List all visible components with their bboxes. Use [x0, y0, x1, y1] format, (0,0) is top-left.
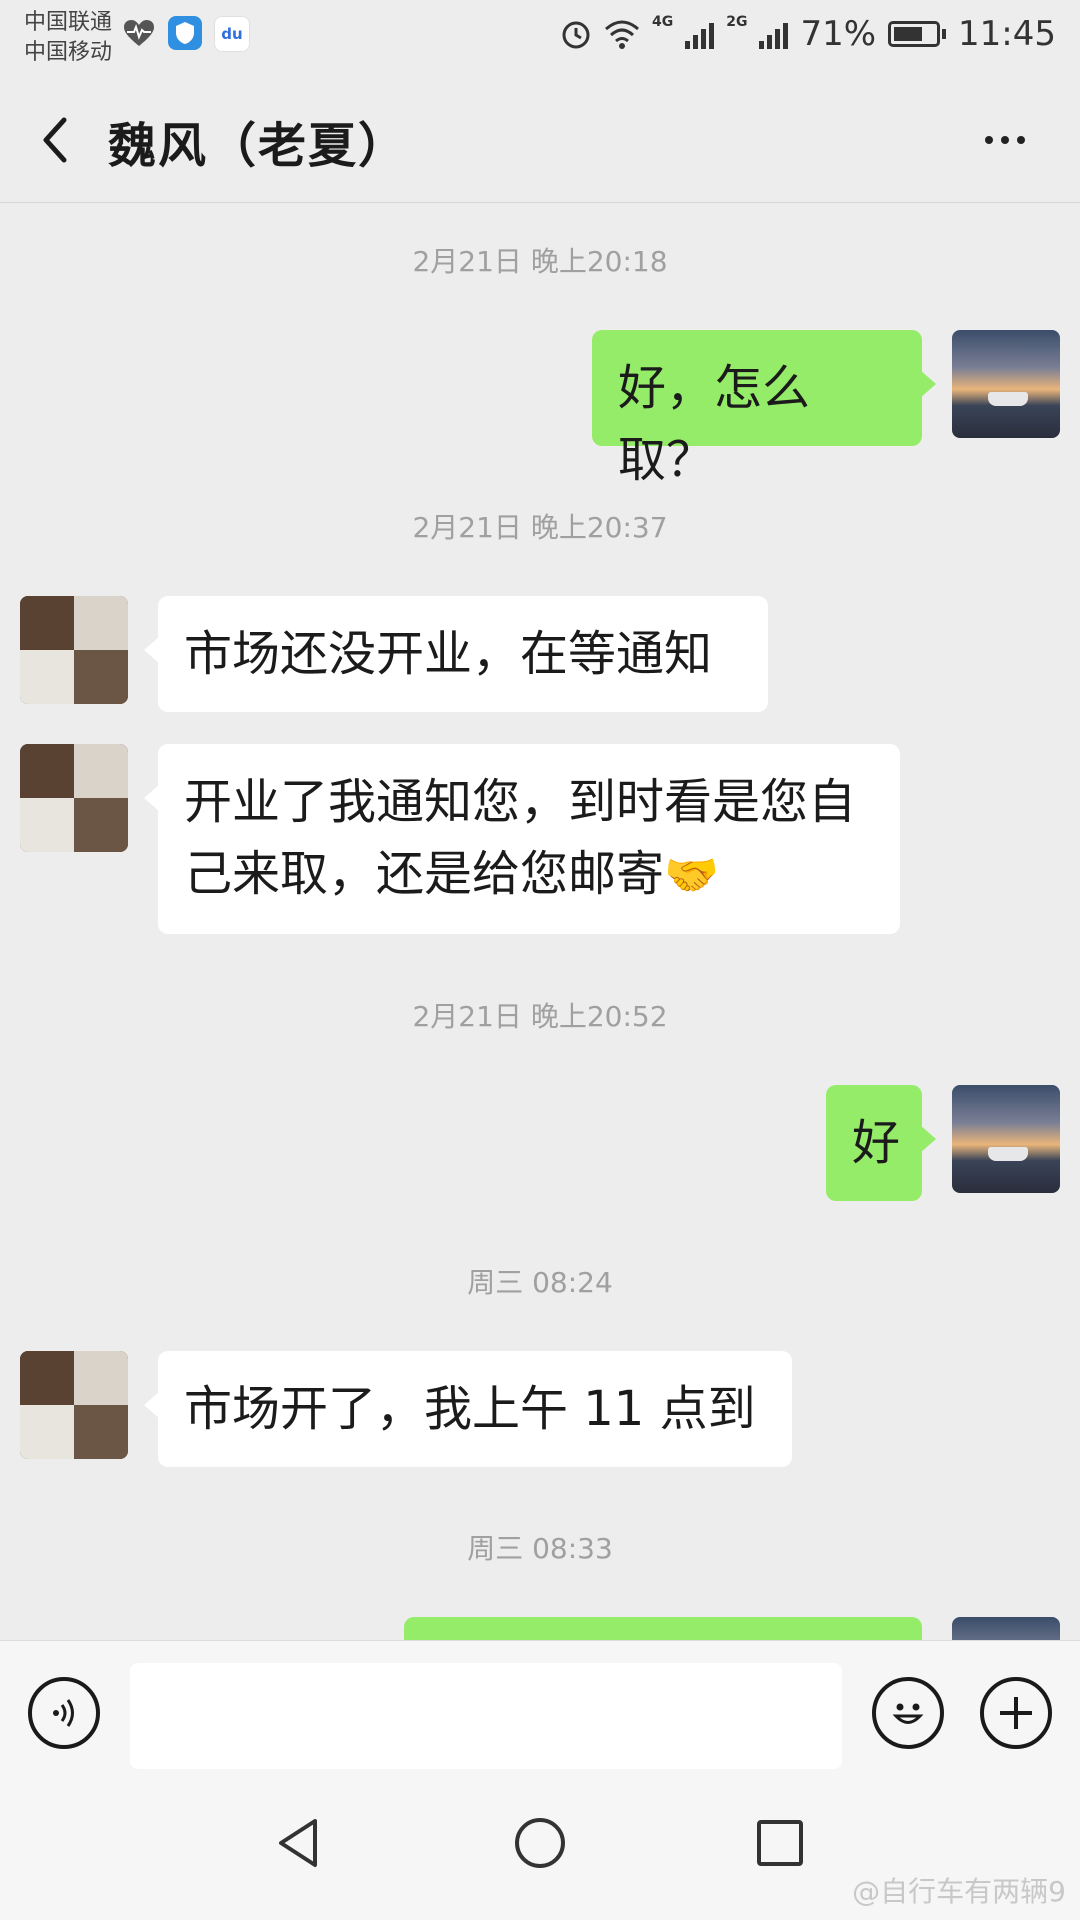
carrier-1: 中国联通 — [24, 10, 113, 35]
handshake-emoji: 🤝 — [664, 850, 719, 901]
heartbeat-icon — [122, 16, 156, 50]
status-app-icons: du — [122, 16, 250, 52]
plus-icon — [1000, 1697, 1032, 1729]
battery-level-fill — [894, 27, 923, 41]
nav-recent-button[interactable] — [745, 1808, 815, 1878]
chat-header: 魏风（老夏） — [0, 80, 1080, 203]
battery-icon — [888, 21, 947, 47]
chat-screen: 中国联通 中国移动 du 4G 2G 71% 11:45 魏风（老夏） 2月21… — [0, 0, 1080, 1920]
more-options-button[interactable] — [970, 110, 1040, 170]
baidu-app-icon: du — [214, 16, 250, 52]
carrier-2: 中国移动 — [24, 40, 113, 65]
nav-home-button[interactable] — [505, 1808, 575, 1878]
status-right: 4G 2G 71% 11:45 — [560, 14, 1056, 54]
watermark: @自行车有两辆9 — [852, 1875, 1066, 1908]
carrier-info: 中国联通 中国移动 — [24, 8, 112, 68]
shield-app-icon — [168, 16, 202, 50]
message-bubble-contact[interactable]: 开业了我通知您，到时看是您自己来取，还是给您邮寄🤝 — [144, 744, 900, 934]
back-button[interactable] — [30, 110, 90, 170]
message-input[interactable] — [130, 1663, 842, 1769]
nav-home-icon — [515, 1818, 565, 1868]
network-type-1: 4G — [651, 14, 674, 30]
signal-icon — [759, 19, 789, 49]
network-type-2: 2G — [726, 14, 748, 30]
message-text: 开业了我通知您，到时看是您自己来取，还是给您邮寄 — [184, 774, 857, 902]
timestamp: 周三 08:33 — [467, 1532, 613, 1565]
message-bubble-self[interactable]: 好 — [826, 1085, 936, 1201]
emoji-button[interactable] — [872, 1677, 944, 1749]
signal-icon — [685, 19, 715, 49]
status-bar: 中国联通 中国移动 du 4G 2G 71% 11:45 — [0, 0, 1080, 80]
page-title: 魏风（老夏） — [108, 118, 409, 174]
timestamp: 周三 08:24 — [467, 1266, 613, 1299]
avatar-self[interactable] — [952, 1617, 1060, 1640]
more-dots-icon — [985, 136, 993, 144]
timestamp: 2月21日 晚上20:18 — [412, 245, 668, 278]
voice-icon — [53, 1699, 74, 1727]
avatar-contact[interactable] — [20, 1351, 128, 1459]
voice-button[interactable] — [28, 1677, 100, 1749]
avatar-contact[interactable] — [20, 744, 128, 852]
wifi-icon — [604, 20, 639, 49]
input-bar — [0, 1640, 1080, 1771]
timestamp: 2月21日 晚上20:37 — [412, 511, 668, 544]
navigation-bar: @自行车有两辆9 — [0, 1770, 1080, 1920]
more-actions-button[interactable] — [980, 1677, 1052, 1749]
message-text: 市场还没开业，在等通知 — [184, 626, 713, 682]
nav-recent-icon — [757, 1820, 803, 1866]
chevron-left-icon — [43, 117, 67, 163]
avatar-self[interactable] — [952, 330, 1060, 438]
nav-back-button[interactable] — [264, 1808, 334, 1878]
message-bubble-self[interactable]: 好，怎么取？ — [592, 330, 936, 488]
nav-back-icon — [279, 1819, 317, 1867]
timestamp: 2月21日 晚上20:52 — [412, 1000, 668, 1033]
message-bubble-contact[interactable]: 市场还没开业，在等通知 — [144, 596, 768, 712]
battery-percent: 71% — [800, 14, 877, 54]
emoji-icon — [892, 1703, 924, 1724]
message-bubble-contact[interactable]: 市场开了，我上午 11 点到 — [144, 1351, 792, 1467]
clock: 11:45 — [958, 14, 1056, 54]
message-text: 市场开了，我上午 11 点到 — [184, 1381, 756, 1437]
message-list[interactable]: 2月21日 晚上20:18 好，怎么取？ 2月21日 晚上20:37 市场还没开… — [0, 203, 1080, 1640]
message-text: 好 — [852, 1115, 901, 1171]
avatar-contact[interactable] — [20, 596, 128, 704]
alarm-icon — [562, 21, 590, 49]
message-bubble-self[interactable] — [404, 1617, 922, 1640]
message-text: 好，怎么取？ — [618, 360, 811, 488]
avatar-self[interactable] — [952, 1085, 1060, 1193]
